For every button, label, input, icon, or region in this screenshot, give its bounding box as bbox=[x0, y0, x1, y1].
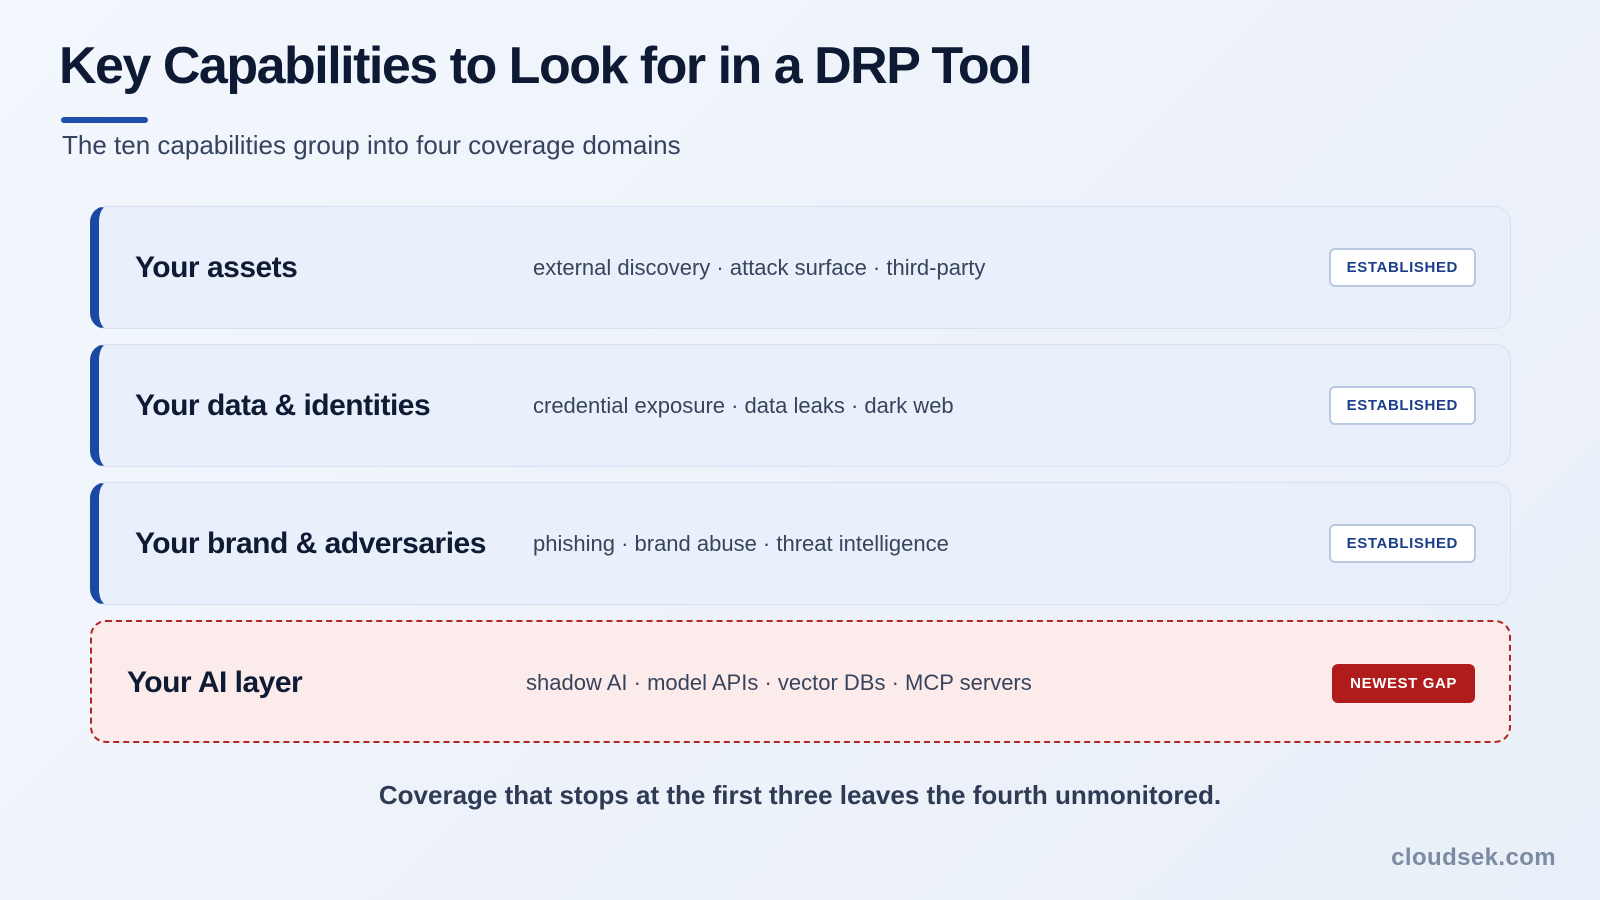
gap-badge: NEWEST GAP bbox=[1332, 664, 1475, 703]
status-badge: ESTABLISHED bbox=[1328, 524, 1476, 563]
domain-row-assets: Your assets external discovery · attack … bbox=[90, 206, 1511, 329]
domain-row-brand-adversaries: Your brand & adversaries phishing · bran… bbox=[90, 482, 1511, 605]
domain-title: Your assets bbox=[135, 251, 298, 284]
domain-capabilities: phishing · brand abuse · threat intellig… bbox=[533, 531, 949, 556]
brand-url: cloudsek.com bbox=[1391, 844, 1556, 871]
domain-row-data-identities: Your data & identities credential exposu… bbox=[90, 344, 1511, 467]
domain-row-ai-layer: Your AI layer shadow AI · model APIs · v… bbox=[90, 620, 1511, 743]
domain-title: Your brand & adversaries bbox=[135, 527, 486, 560]
title-underline bbox=[61, 117, 148, 123]
page-subtitle: The ten capabilities group into four cov… bbox=[62, 130, 681, 160]
domain-title: Your AI layer bbox=[127, 666, 303, 699]
coverage-footnote: Coverage that stops at the first three l… bbox=[378, 780, 1222, 810]
status-badge: ESTABLISHED bbox=[1328, 386, 1476, 425]
page-title: Key Capabilities to Look for in a DRP To… bbox=[59, 37, 1033, 95]
domain-capabilities: external discovery · attack surface · th… bbox=[533, 255, 986, 280]
status-badge: ESTABLISHED bbox=[1328, 248, 1476, 287]
domain-capabilities: credential exposure · data leaks · dark … bbox=[533, 393, 954, 418]
domain-capabilities: shadow AI · model APIs · vector DBs · MC… bbox=[526, 670, 1032, 695]
domain-title: Your data & identities bbox=[135, 389, 431, 422]
coverage-domains-list: Your assets external discovery · attack … bbox=[90, 206, 1511, 758]
